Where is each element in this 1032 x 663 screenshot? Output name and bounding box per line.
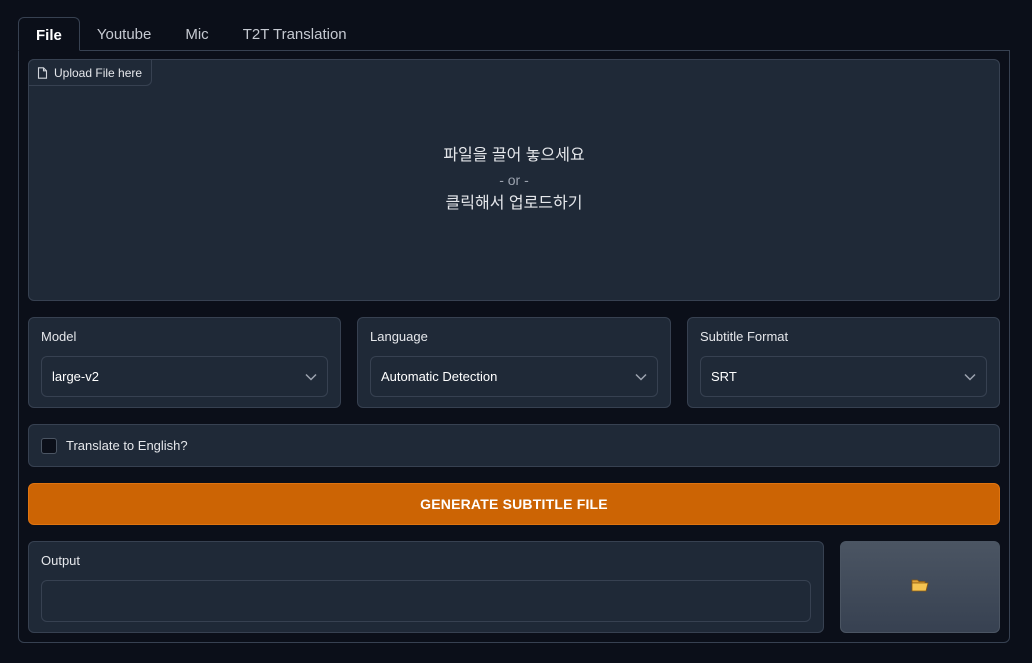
subtitle-format-label: Subtitle Format (700, 329, 789, 344)
subtitle-format-value: SRT (711, 369, 737, 384)
translate-checkbox[interactable] (41, 437, 57, 454)
tab-file[interactable]: File (18, 17, 80, 51)
model-dropdown[interactable]: large-v2 (41, 356, 328, 397)
language-label: Language (370, 329, 428, 344)
model-card: Model large-v2 (28, 317, 341, 408)
file-icon (37, 66, 48, 79)
model-value: large-v2 (52, 369, 99, 384)
chevron-down-icon (964, 373, 976, 381)
language-card: Language Automatic Detection (357, 317, 671, 408)
drop-text: 파일을 끌어 놓으세요 (443, 147, 585, 164)
subtitle-format-dropdown[interactable]: SRT (700, 356, 987, 397)
chevron-down-icon (635, 373, 647, 381)
tab-youtube[interactable]: Youtube (80, 17, 169, 51)
open-folder-button[interactable] (840, 541, 1000, 633)
language-dropdown[interactable]: Automatic Detection (370, 356, 658, 397)
click-upload-text: 클릭해서 업로드하기 (445, 195, 583, 212)
folder-icon (911, 578, 929, 597)
or-text: - or - (499, 172, 529, 188)
language-value: Automatic Detection (381, 369, 498, 384)
file-upload-dropzone[interactable]: Upload File here 파일을 끌어 놓으세요 - or - 클릭해서… (28, 59, 1000, 301)
upload-label-text: Upload File here (54, 65, 143, 80)
upload-instructions: 파일을 끌어 놓으세요 - or - 클릭해서 업로드하기 (29, 144, 999, 216)
output-textbox[interactable] (41, 580, 811, 622)
generate-subtitle-button[interactable]: GENERATE SUBTITLE FILE (28, 483, 1000, 525)
tab-bar: File Youtube Mic T2T Translation (18, 17, 364, 51)
output-card: Output (28, 541, 824, 633)
translate-label[interactable]: Translate to English? (66, 438, 188, 453)
chevron-down-icon (305, 373, 317, 381)
model-label: Model (41, 329, 77, 344)
output-label: Output (41, 553, 81, 568)
subtitle-format-card: Subtitle Format SRT (687, 317, 1000, 408)
tab-mic[interactable]: Mic (168, 17, 225, 51)
upload-label: Upload File here (28, 59, 153, 86)
translate-row: Translate to English? (28, 424, 1000, 467)
tab-t2t-translation[interactable]: T2T Translation (226, 17, 364, 51)
